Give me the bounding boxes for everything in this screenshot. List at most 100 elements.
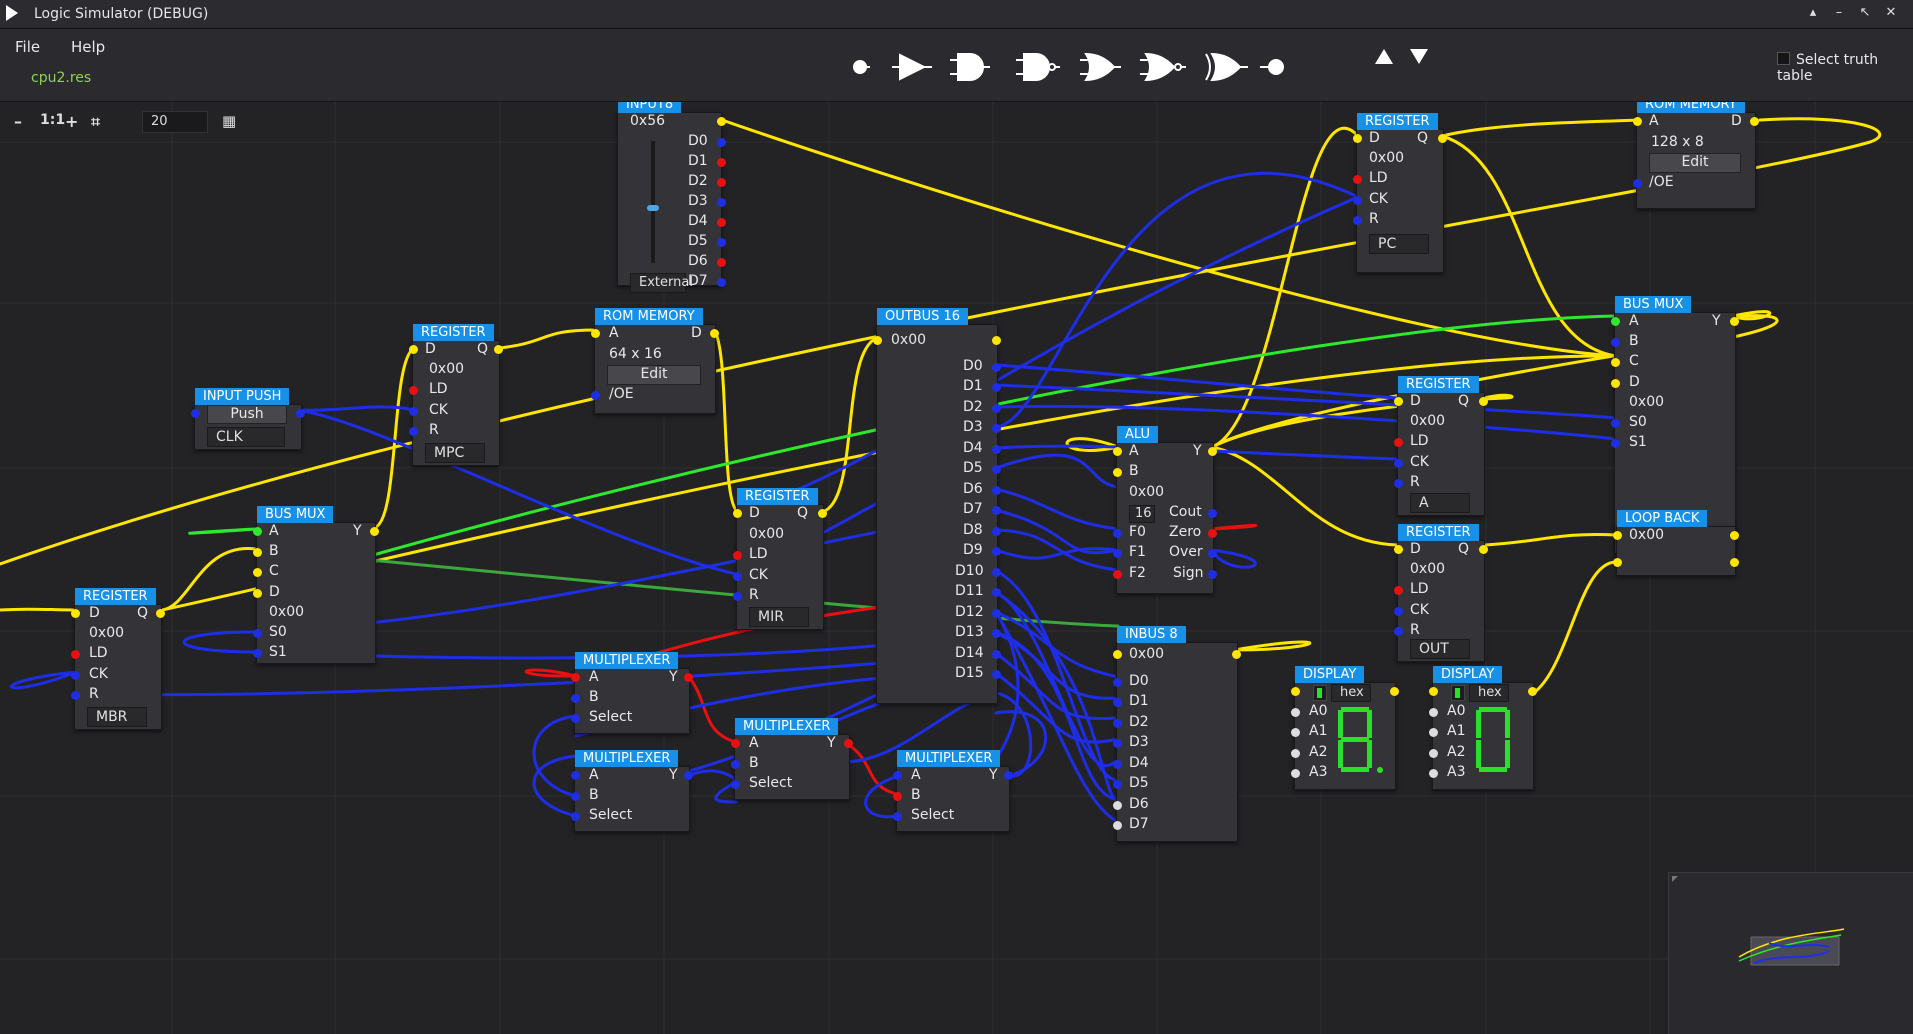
inbus-d5-pin[interactable] [1113, 780, 1122, 789]
mux-select-pin[interactable] [731, 780, 740, 789]
alu-f0-pin[interactable] [1113, 529, 1122, 538]
zoom-spinbox[interactable]: 20 [142, 111, 208, 133]
input8-d7-pin[interactable] [717, 278, 726, 287]
alu-a-pin[interactable] [1113, 447, 1122, 456]
outbus-d15-pin[interactable] [992, 670, 1001, 679]
mux-y-pin[interactable] [684, 771, 693, 780]
register-ld-pin[interactable] [409, 386, 418, 395]
alu-y-pin[interactable] [1208, 447, 1217, 456]
alu-f2-pin[interactable] [1113, 570, 1122, 579]
alu-b-pin[interactable] [1113, 468, 1122, 477]
outbus-d4-pin[interactable] [992, 445, 1001, 454]
minimap[interactable] [1668, 872, 1913, 1034]
mux-b-pin[interactable] [893, 792, 902, 801]
mux-a-pin[interactable] [731, 739, 740, 748]
push-button[interactable]: Push [207, 405, 287, 424]
multiplexer-2[interactable]: MULTIPLEXER A Y B Select [571, 750, 693, 832]
mux-select-pin[interactable] [893, 812, 902, 821]
bus-mux-a-pin[interactable] [253, 527, 262, 536]
alu-component[interactable]: ALU A Y B 0x00 16 Cout F0 Zero F1 Over F… [1113, 426, 1217, 594]
bus-mux-c-pin[interactable] [253, 568, 262, 577]
outbus-d11-pin[interactable] [992, 588, 1001, 597]
outbus-top-pin[interactable] [992, 336, 1001, 345]
multiplexer-3[interactable]: MULTIPLEXER A Y B Select [731, 718, 853, 800]
bus-mux-s0-pin[interactable] [1611, 419, 1620, 428]
display-a1-pin[interactable] [1291, 728, 1300, 737]
display-a2-pin[interactable] [1429, 749, 1438, 758]
register-pc[interactable]: REGISTER D Q 0x00 LD CK R PC [1353, 113, 1447, 273]
zoom-out-icon[interactable]: – [14, 112, 22, 131]
display-out-pin[interactable] [1390, 687, 1399, 696]
display-a0-pin[interactable] [1429, 708, 1438, 717]
register-ck-pin[interactable] [409, 407, 418, 416]
register-d-pin[interactable] [733, 509, 742, 518]
nand-gate-icon[interactable] [1016, 53, 1060, 81]
input8-slider-handle[interactable] [647, 205, 659, 211]
outbus-d0-pin[interactable] [992, 363, 1001, 372]
display-1[interactable]: DISPLAY hex A0 A1 A2 A3 [1291, 666, 1399, 790]
maximize-button[interactable]: ↖ [1854, 5, 1876, 20]
bus-mux-b-pin[interactable] [1611, 338, 1620, 347]
display-a3-pin[interactable] [1291, 769, 1300, 778]
alu-sign-pin[interactable] [1208, 570, 1217, 579]
bus-mux-b-pin[interactable] [253, 548, 262, 557]
minimize-button[interactable]: – [1828, 5, 1850, 20]
register-q-pin[interactable] [156, 609, 165, 618]
xor-gate-icon[interactable] [1205, 52, 1248, 82]
alu-f1-pin[interactable] [1113, 549, 1122, 558]
outbus-d13-pin[interactable] [992, 629, 1001, 638]
input-push-out-pin[interactable] [296, 409, 305, 418]
grid-snap-icon[interactable]: ⌗ [91, 112, 100, 132]
mux-select-pin[interactable] [571, 714, 580, 723]
nor-gate-icon[interactable] [1140, 52, 1186, 82]
input-push-name[interactable]: CLK [207, 427, 285, 447]
buffer-icon[interactable] [892, 53, 932, 81]
multiplexer-4[interactable]: MULTIPLEXER A Y B Select [893, 750, 1013, 832]
outbus16-component[interactable]: OUTBUS 16 0x00 D0 D1 D2 D3 D4 D5 D6 D7 D… [873, 308, 1001, 704]
bus-mux-y-pin[interactable] [1730, 317, 1739, 326]
outbus-d10-pin[interactable] [992, 568, 1001, 577]
register-q-pin[interactable] [1479, 397, 1488, 406]
input8-out-pin[interactable] [717, 117, 726, 126]
outbus-d8-pin[interactable] [992, 527, 1001, 536]
display-a1-pin[interactable] [1429, 728, 1438, 737]
truth-table-toggle[interactable]: Select truth table [1777, 52, 1913, 84]
inbus-d6-pin[interactable] [1113, 801, 1122, 810]
zoom-reset-icon[interactable]: 1:1 [40, 112, 65, 128]
multiplexer-1[interactable]: MULTIPLEXER A Y B Select [571, 652, 693, 734]
inbus-d7-pin[interactable] [1113, 821, 1122, 830]
register-mir[interactable]: REGISTER D Q 0x00 LD CK R MIR [733, 488, 827, 630]
register-q-pin[interactable] [1479, 545, 1488, 554]
rom-edit-button[interactable]: Edit [607, 365, 701, 385]
mux-a-pin[interactable] [571, 673, 580, 682]
bus-mux-c-pin[interactable] [1611, 358, 1620, 367]
outbus-d14-pin[interactable] [992, 650, 1001, 659]
input8-slider-track[interactable] [651, 141, 655, 263]
register-mbr[interactable]: REGISTER D Q 0x00 LD CK R MBR [71, 588, 165, 730]
mux-y-pin[interactable] [1004, 771, 1013, 780]
bus-mux-s1-pin[interactable] [253, 649, 262, 658]
outbus-d9-pin[interactable] [992, 547, 1001, 556]
bus-mux-s1-pin[interactable] [1611, 439, 1620, 448]
close-button[interactable]: ✕ [1880, 5, 1902, 20]
register-name[interactable]: A [1410, 493, 1470, 513]
register-name[interactable]: MIR [749, 607, 809, 627]
register-d-pin[interactable] [409, 345, 418, 354]
mux-y-pin[interactable] [844, 739, 853, 748]
display-a0-pin[interactable] [1291, 708, 1300, 717]
loop-back-out2-pin[interactable] [1730, 558, 1739, 567]
menu-file[interactable]: File [15, 38, 40, 56]
rom-oe-pin[interactable] [1633, 179, 1642, 188]
register-ld-pin[interactable] [1394, 586, 1403, 595]
register-q-pin[interactable] [494, 345, 503, 354]
circuit-canvas[interactable]: – 1:1 + ⌗ 20 ▦ INPUT8 0x56 D0 D1 D2 D3 D… [0, 102, 1913, 1034]
outbus-d6-pin[interactable] [992, 486, 1001, 495]
rom-edit-button[interactable]: Edit [1649, 153, 1741, 173]
register-ck-pin[interactable] [1394, 607, 1403, 616]
outbus-d7-pin[interactable] [992, 506, 1001, 515]
rom-a-pin[interactable] [1633, 117, 1642, 126]
input8-d0-pin[interactable] [717, 138, 726, 147]
input8-d4-pin[interactable] [717, 218, 726, 227]
inbus-d0-pin[interactable] [1113, 678, 1122, 687]
input8-d6-pin[interactable] [717, 258, 726, 267]
